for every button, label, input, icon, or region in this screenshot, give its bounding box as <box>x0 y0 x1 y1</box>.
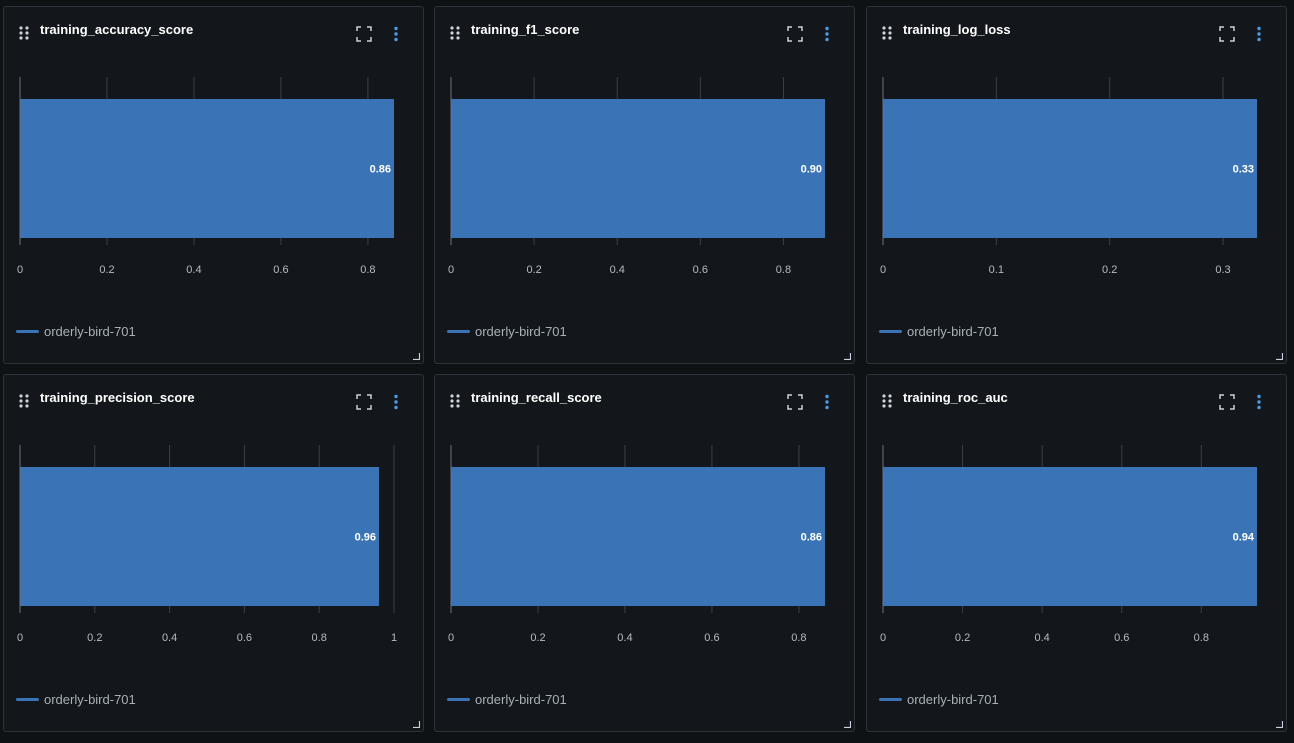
x-tick-label: 0 <box>17 632 23 644</box>
bar-value-label: 0.33 <box>1233 164 1254 176</box>
bar <box>20 99 394 238</box>
bar-value-label: 0.90 <box>801 164 822 176</box>
bar-chart: 0 0.2 0.4 0.6 0.8 0.86 <box>448 445 825 644</box>
resize-handle-icon[interactable] <box>1276 353 1283 360</box>
x-tick-label: 0.4 <box>162 632 177 644</box>
legend[interactable]: orderly-bird-701 <box>16 692 136 707</box>
x-tick-label: 0.6 <box>704 632 719 644</box>
bar-value-label: 0.86 <box>370 164 391 176</box>
x-tick-label: 0.2 <box>1102 264 1117 276</box>
x-tick-label: 0 <box>880 264 886 276</box>
x-tick-label: 0.6 <box>273 264 288 276</box>
bar <box>883 467 1257 606</box>
x-tick-label: 0.4 <box>186 264 201 276</box>
legend-label: orderly-bird-701 <box>44 324 136 339</box>
x-tick-label: 0.2 <box>87 632 102 644</box>
legend[interactable]: orderly-bird-701 <box>447 324 567 339</box>
legend[interactable]: orderly-bird-701 <box>16 324 136 339</box>
bar-chart: 0 0.1 0.2 0.3 0.33 <box>880 77 1257 276</box>
bar-value-label: 0.86 <box>801 532 822 544</box>
bar <box>451 99 825 238</box>
legend-label: orderly-bird-701 <box>475 692 567 707</box>
x-tick-label: 0.8 <box>312 632 327 644</box>
x-tick-label: 0.4 <box>1035 632 1050 644</box>
legend-swatch <box>16 330 39 333</box>
x-tick-label: 0 <box>448 632 454 644</box>
bar <box>883 99 1257 238</box>
bar-chart: 0 0.2 0.4 0.6 0.8 1 0.96 <box>17 445 397 644</box>
bar-value-label: 0.94 <box>1233 532 1255 544</box>
x-tick-label: 0.8 <box>776 264 791 276</box>
legend-label: orderly-bird-701 <box>475 324 567 339</box>
chart-panel-f1: training_f1_score 0 0.2 0.4 0.6 0.8 0.90 orde… <box>434 6 855 364</box>
legend-swatch <box>16 698 39 701</box>
resize-handle-icon[interactable] <box>413 721 420 728</box>
metrics-chart-grid: training_accuracy_score 0 0.2 0.4 0.6 0.8 0.8… <box>0 0 1294 743</box>
x-tick-label: 0.2 <box>530 632 545 644</box>
x-tick-label: 0.1 <box>989 264 1004 276</box>
x-tick-label: 0.2 <box>955 632 970 644</box>
chart-panel-log-loss: training_log_loss 0 0.1 0.2 0.3 0.33 orderly… <box>866 6 1287 364</box>
bar-chart: 0 0.2 0.4 0.6 0.8 0.94 <box>880 445 1257 644</box>
chart-panel-precision: training_precision_score 0 0.2 0.4 0.6 0.8 1 0… <box>3 374 424 732</box>
chart-panel-roc-auc: training_roc_auc 0 0.2 0.4 0.6 0.8 0.94 order… <box>866 374 1287 732</box>
x-tick-label: 0.2 <box>99 264 114 276</box>
x-tick-label: 0.4 <box>617 632 632 644</box>
resize-handle-icon[interactable] <box>413 353 420 360</box>
bar <box>20 467 380 606</box>
x-tick-label: 0.3 <box>1215 264 1230 276</box>
legend-swatch <box>447 698 470 701</box>
x-tick-label: 0 <box>448 264 454 276</box>
x-tick-label: 0.6 <box>1114 632 1129 644</box>
bar-chart: 0 0.2 0.4 0.6 0.8 0.86 <box>17 77 394 276</box>
x-tick-label: 0.2 <box>526 264 541 276</box>
resize-handle-icon[interactable] <box>844 721 851 728</box>
x-tick-label: 0.8 <box>360 264 375 276</box>
x-tick-label: 1 <box>391 632 397 644</box>
x-tick-label: 0 <box>17 264 23 276</box>
x-tick-label: 0.8 <box>791 632 806 644</box>
resize-handle-icon[interactable] <box>1276 721 1283 728</box>
resize-handle-icon[interactable] <box>844 353 851 360</box>
legend-label: orderly-bird-701 <box>907 324 999 339</box>
legend[interactable]: orderly-bird-701 <box>879 324 999 339</box>
chart-panel-accuracy: training_accuracy_score 0 0.2 0.4 0.6 0.8 0.8… <box>3 6 424 364</box>
bar-value-label: 0.96 <box>355 532 376 544</box>
legend-swatch <box>879 330 902 333</box>
legend[interactable]: orderly-bird-701 <box>447 692 567 707</box>
legend-label: orderly-bird-701 <box>907 692 999 707</box>
x-tick-label: 0.6 <box>693 264 708 276</box>
x-tick-label: 0.4 <box>610 264 625 276</box>
x-tick-label: 0 <box>880 632 886 644</box>
bar <box>451 467 825 606</box>
legend-swatch <box>879 698 902 701</box>
legend-swatch <box>447 330 470 333</box>
legend[interactable]: orderly-bird-701 <box>879 692 999 707</box>
x-tick-label: 0.6 <box>237 632 252 644</box>
chart-panel-recall: training_recall_score 0 0.2 0.4 0.6 0.8 0.86 … <box>434 374 855 732</box>
x-tick-label: 0.8 <box>1194 632 1209 644</box>
legend-label: orderly-bird-701 <box>44 692 136 707</box>
bar-chart: 0 0.2 0.4 0.6 0.8 0.90 <box>448 77 825 276</box>
